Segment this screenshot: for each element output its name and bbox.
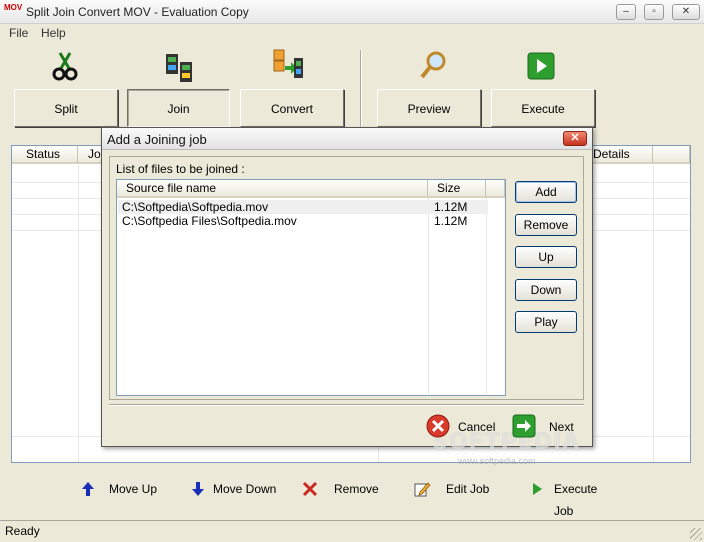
remove-file-button[interactable]: Remove — [515, 214, 577, 236]
play-button[interactable]: Play — [515, 311, 577, 333]
down-button[interactable]: Down — [515, 279, 577, 301]
status-text: Ready — [5, 524, 40, 538]
watermark-url: www.softpedia.com — [458, 456, 536, 466]
split-button[interactable]: Split — [14, 89, 118, 127]
dialog-close-button[interactable]: ✕ — [563, 131, 587, 146]
files-to-join-list[interactable]: Source file name Size C:\Softpedia\Softp… — [116, 179, 506, 396]
grid-line — [653, 165, 654, 462]
files-list-label: List of files to be joined : — [116, 162, 245, 176]
column-source-file[interactable]: Source file name — [117, 180, 428, 198]
column-size[interactable]: Size — [428, 180, 486, 198]
toolbar-separator — [360, 50, 362, 128]
add-file-button[interactable]: Add — [515, 181, 577, 203]
menu-file[interactable]: File — [9, 26, 28, 40]
edit-job-label: Edit Job — [446, 482, 490, 496]
arrow-down-icon — [192, 482, 204, 496]
menu-bar: File Help — [0, 24, 704, 42]
cancel-icon — [426, 414, 450, 438]
x-mark-icon — [302, 481, 318, 497]
column-filler — [653, 146, 690, 164]
join-button[interactable]: Join — [127, 89, 230, 127]
dialog-title-bar: Add a Joining job ✕ — [102, 128, 592, 150]
dialog-separator — [109, 404, 584, 406]
window-title: Split Join Convert MOV - Evaluation Copy — [26, 5, 249, 19]
app-icon: MOV — [4, 3, 23, 12]
move-down-label: Move Down — [213, 482, 277, 496]
column-status[interactable]: Status — [12, 146, 78, 164]
move-down-button[interactable]: Move Down — [190, 478, 286, 500]
magnifier-icon — [420, 51, 446, 79]
file-name: C:\Softpedia Files\Softpedia.mov — [122, 214, 297, 228]
file-row[interactable]: C:\Softpedia Files\Softpedia.mov 1.12M — [118, 214, 488, 228]
next-button[interactable]: Next — [512, 412, 578, 440]
play-green-icon — [527, 52, 555, 80]
convert-button[interactable]: Convert — [240, 89, 344, 127]
arrow-up-icon — [82, 482, 94, 496]
scissors-icon — [52, 52, 78, 81]
cancel-button[interactable]: Cancel — [426, 412, 496, 440]
move-up-label: Move Up — [109, 482, 158, 496]
title-bar: MOV Split Join Convert MOV - Evaluation … — [0, 0, 704, 24]
grid-line — [78, 165, 79, 462]
move-up-button[interactable]: Move Up — [78, 478, 168, 500]
status-bar: Ready — [0, 520, 704, 542]
minimize-button[interactable]: – — [616, 4, 636, 20]
file-name: C:\Softpedia\Softpedia.mov — [122, 200, 269, 214]
preview-button[interactable]: Preview — [377, 89, 481, 127]
column-filler — [486, 180, 505, 198]
remove-job-button[interactable]: Remove — [302, 478, 382, 500]
add-joining-job-dialog: Add a Joining job ✕ List of files to be … — [101, 127, 593, 466]
cancel-label: Cancel — [458, 420, 496, 434]
execute-job-label: Execute Job — [554, 482, 598, 518]
next-label: Next — [549, 420, 574, 434]
play-small-icon — [533, 483, 542, 495]
close-button[interactable]: ✕ — [672, 4, 700, 20]
execute-button[interactable]: Execute — [491, 89, 595, 127]
edit-job-button[interactable]: Edit Job — [413, 478, 493, 500]
execute-job-button[interactable]: Execute Job — [528, 478, 618, 518]
convert-icon — [273, 49, 303, 78]
resize-grip[interactable] — [690, 528, 702, 540]
menu-help[interactable]: Help — [41, 26, 66, 40]
edit-pencil-icon — [414, 482, 431, 497]
film-join-icon — [166, 54, 192, 82]
file-row[interactable]: C:\Softpedia\Softpedia.mov 1.12M — [118, 200, 488, 214]
remove-job-label: Remove — [334, 482, 379, 496]
next-arrow-icon — [512, 414, 536, 438]
file-size: 1.12M — [434, 214, 468, 228]
up-button[interactable]: Up — [515, 246, 577, 268]
restore-button[interactable]: ▫ — [644, 4, 664, 20]
file-size: 1.12M — [434, 200, 468, 214]
dialog-title: Add a Joining job — [107, 132, 207, 147]
